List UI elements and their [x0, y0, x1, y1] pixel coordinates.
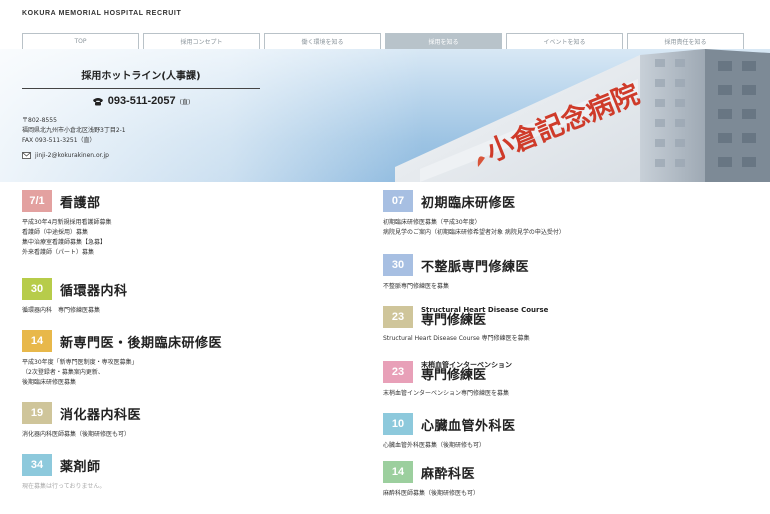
date-badge: 30 [383, 254, 413, 276]
date-badge: 34 [22, 454, 52, 476]
recruit-list-right: 07 初期臨床研修医初期臨床研修医募集（平成30年度） 病院見学のご案内（初期臨床研… [383, 190, 753, 509]
section-title[interactable]: 看護部 [60, 192, 101, 211]
section-title[interactable]: 麻酔科医 [421, 463, 475, 482]
hotline-email[interactable]: jinji-2@kokurakinen.or.jp [35, 152, 109, 159]
section-title[interactable]: 初期臨床研修医 [421, 192, 516, 211]
date-badge: 10 [383, 413, 413, 435]
job-posting-link[interactable]: 平成30年度「新専門医制度・専攻医募集」 [22, 358, 392, 368]
date-badge: 7/1 [22, 190, 52, 212]
job-posting-link[interactable]: 不整脈専門修練医を募集 [383, 282, 753, 292]
date-badge: 07 [383, 190, 413, 212]
job-posting-link[interactable]: 外来看護師（パート）募集 [22, 248, 392, 258]
section-title[interactable]: 不整脈専門修練医 [421, 256, 529, 275]
job-posting-link[interactable]: 麻酔科医師募集（後期研修医も可） [383, 489, 753, 499]
section-title[interactable]: 循環器内科 [60, 280, 128, 299]
job-posting-link[interactable]: 心臓血管外科医募集（後期研修も可） [383, 441, 753, 451]
site-title: KOKURA MEMORIAL HOSPITAL RECRUIT [22, 10, 182, 17]
recruit-section: 14 新専門医・後期臨床研修医平成30年度「新専門医制度・専攻医募集」 （2次登録者… [22, 330, 392, 402]
recruit-section: 23 Structural Heart Disease Course 専門修練医 St… [383, 306, 753, 361]
job-posting-link[interactable]: 平成30年4月新規採用看護師募集 [22, 218, 392, 228]
job-posting-link[interactable]: 病院見学のご案内（初期臨床研修希望者対象 病院見学の申込受付） [383, 228, 753, 238]
section-title[interactable]: 新専門医・後期臨床研修医 [60, 332, 222, 351]
date-badge: 23 [383, 306, 413, 328]
recruit-hotline-panel: 採用ホットライン(人事課) 093-511-2057 (直) 〒802-8555… [22, 67, 260, 159]
section-title[interactable]: 薬剤師 [60, 456, 101, 475]
job-posting-link[interactable]: （2次登録者・募集案内更新、 [22, 368, 392, 378]
recruit-section: 07 初期臨床研修医初期臨床研修医募集（平成30年度） 病院見学のご案内（初期臨床研… [383, 190, 753, 254]
hotline-title: 採用ホットライン(人事課) [22, 67, 260, 89]
tab-events[interactable]: イベントを知る [506, 33, 623, 49]
postal-code: 〒802-8555 [22, 117, 57, 124]
job-posting-link[interactable]: 現在募集は行っておりません。 [22, 482, 392, 492]
recruit-section: 7/1 看護部平成30年4月新規採用看護師募集 看護師（中途採用）募集 集中治療室看護… [22, 190, 392, 278]
recruit-section: 10 心臓血管外科医心臓血管外科医募集（後期研修も可） [383, 413, 753, 461]
recruit-section: 30 不整脈専門修練医不整脈専門修練医を募集 [383, 254, 753, 306]
job-posting-link[interactable]: 消化器内科医師募集（後期研修医も可） [22, 430, 392, 440]
section-title[interactable]: 心臓血管外科医 [421, 415, 516, 434]
job-posting-link[interactable]: 末梢血管インターベンション専門修練医を募集 [383, 389, 753, 399]
job-posting-link[interactable]: 看護師（中途採用）募集 [22, 228, 392, 238]
date-badge: 14 [383, 461, 413, 483]
main-nav: TOP 採用コンセプト 働く環境を知る 採用を知る イベントを知る 採用責任を知… [22, 33, 770, 49]
tab-responsible[interactable]: 採用責任を知る [627, 33, 744, 49]
date-badge: 23 [383, 361, 413, 383]
date-badge: 14 [22, 330, 52, 352]
job-posting-link[interactable]: 後期臨床研修医募集 [22, 378, 392, 388]
address: 福岡県北九州市小倉北区浅野3丁目2-1 [22, 127, 126, 134]
section-title[interactable]: 専門修練医 [421, 369, 512, 383]
date-badge: 30 [22, 278, 52, 300]
tab-concept[interactable]: 採用コンセプト [143, 33, 260, 49]
section-title[interactable]: 専門修練医 [421, 314, 548, 328]
phone-note: (直) [179, 98, 191, 106]
section-title[interactable]: 消化器内科医 [60, 404, 141, 423]
job-posting-link[interactable]: 初期臨床研修医募集（平成30年度） [383, 218, 753, 228]
job-posting-link[interactable]: Structural Heart Disease Course 専門修練医を募集 [383, 334, 753, 344]
phone-icon [92, 97, 103, 105]
job-posting-link[interactable]: 循環器内科 専門修練医募集 [22, 306, 392, 316]
recruit-list-left: 7/1 看護部平成30年4月新規採用看護師募集 看護師（中途採用）募集 集中治療室看護… [22, 190, 392, 504]
recruit-section: 30 循環器内科循環器内科 専門修練医募集 [22, 278, 392, 330]
tab-top[interactable]: TOP [22, 33, 139, 49]
tab-environment[interactable]: 働く環境を知る [264, 33, 381, 49]
hotline-phone[interactable]: 093-511-2057 [108, 95, 176, 107]
recruit-section: 34 薬剤師現在募集は行っておりません。 [22, 454, 392, 504]
recruit-section: 19 消化器内科医消化器内科医師募集（後期研修医も可） [22, 402, 392, 454]
hero-banner: 小倉記念病院 採用ホットライン(人事課) 093-511-2057 (直) 〒8… [0, 49, 770, 182]
job-posting-link[interactable]: 集中治療室看護師募集【急募】 [22, 238, 392, 248]
date-badge: 19 [22, 402, 52, 424]
tab-recruit[interactable]: 採用を知る [385, 33, 502, 49]
recruit-section: 14 麻酔科医麻酔科医師募集（後期研修医も可） [383, 461, 753, 509]
fax: FAX 093-511-3251（直） [22, 137, 96, 144]
mail-icon [22, 152, 31, 159]
recruit-section: 23 末梢血管インターベンション 専門修練医 末梢血管インターベンション専門修練医を募… [383, 361, 753, 413]
